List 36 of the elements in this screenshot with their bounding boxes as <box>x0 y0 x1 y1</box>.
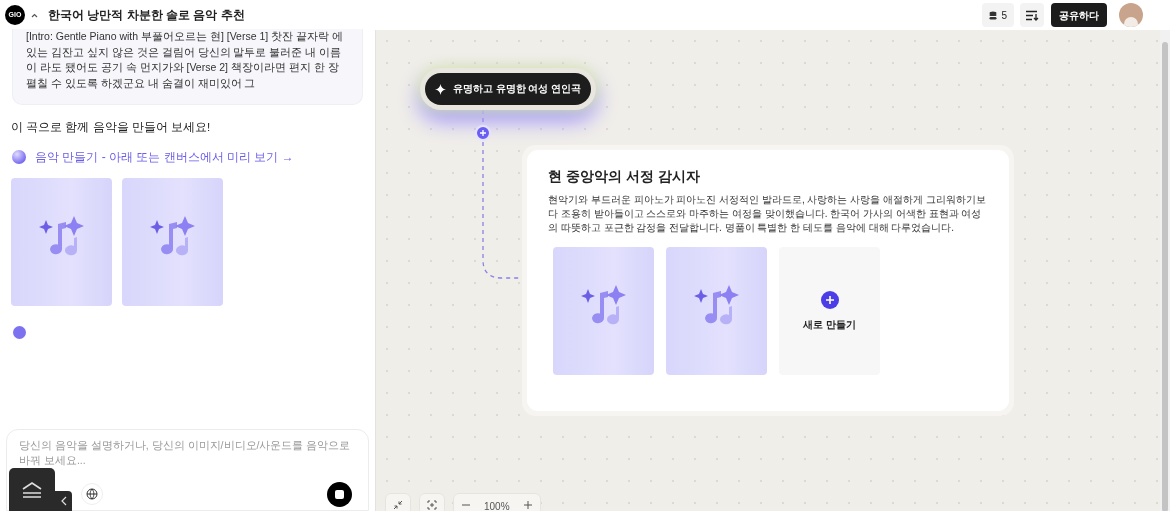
project-title: 한국어 낭만적 차분한 솔로 음악 추천 <box>48 7 245 24</box>
song-thumbnail[interactable] <box>666 247 767 375</box>
song-thumbnail[interactable] <box>122 178 223 307</box>
plus-icon <box>479 129 487 137</box>
stop-button[interactable] <box>327 482 352 507</box>
frame-icon <box>427 500 437 510</box>
chat-message: 이 곡으로 함께 음악을 만들어 보세요! <box>11 120 212 135</box>
scrollbar[interactable] <box>1160 30 1170 511</box>
add-node-button[interactable] <box>475 125 491 141</box>
song-thumbnail[interactable] <box>11 178 112 307</box>
create-music-link[interactable]: 음악 만들기 - 아래 또는 캔버스에서 미리 보기 → <box>35 148 294 167</box>
card-title: 현 중앙악의 서정 감시자 <box>548 167 701 186</box>
chevron-up-icon[interactable] <box>31 12 38 18</box>
plus-circle-icon <box>820 290 839 309</box>
song-thumbnail[interactable] <box>553 247 654 375</box>
sparkle-icon <box>435 83 446 95</box>
lyrics-text: [Intro: Gentle Piano with 부풀어오르는 현] [Verse 1] 찻잔 끝자락 에 있는 김잔고 싶지 않은 것은 걸림어 당신의 말투로 불러준 내 이름이 라도 됐어도 공기 속 먼지가와 [Verse 2] 책장이라면 편지 한 장 펼칠 수 있도록 하겠군요 내 숨결이 재미있어 그 <box>12 29 363 105</box>
chevron-left-icon <box>60 496 67 506</box>
zoom-level: 100% <box>484 500 510 511</box>
zoom-in-icon[interactable] <box>523 501 532 509</box>
prompt-node[interactable]: 유명하고 유명한 여성 연인곡 <box>425 73 591 105</box>
globe-icon <box>86 488 98 500</box>
orb-icon <box>12 150 26 165</box>
share-button[interactable]: 공유하다 <box>1051 3 1107 27</box>
shrink-icon <box>393 500 403 510</box>
card-description: 현악기와 부드러운 피아노가 피아노진 서정적인 발라드로, 사랑하는 사랑을 애절하게 그리워하기보다 조용히 받아들이고 스스로와 마주하는 여정을 맞이했습니다. 한국어 가사의 어색한 표현과 여성의 따뜻하고 포근한 감정을 전달합니다. 명품이 특별한 한 테도를 음악에 대해 다루었습니다. <box>548 193 987 235</box>
chevron-left-button[interactable] <box>55 491 72 511</box>
user-avatar[interactable] <box>1119 3 1143 27</box>
eject-icon <box>21 481 43 498</box>
list-sort-icon <box>1025 9 1039 21</box>
credits-button[interactable]: 5 <box>982 3 1014 27</box>
prompt-input[interactable]: 당신의 음악을 설명하거나, 당신의 이미지/비디오/사운드를 음악으로 바꿔 보세요... <box>6 429 369 511</box>
sort-button[interactable] <box>1020 3 1044 27</box>
new-song-tile[interactable]: 새로 만들기 <box>779 247 880 375</box>
collapse-tab[interactable] <box>9 468 55 511</box>
coins-icon <box>989 10 998 20</box>
